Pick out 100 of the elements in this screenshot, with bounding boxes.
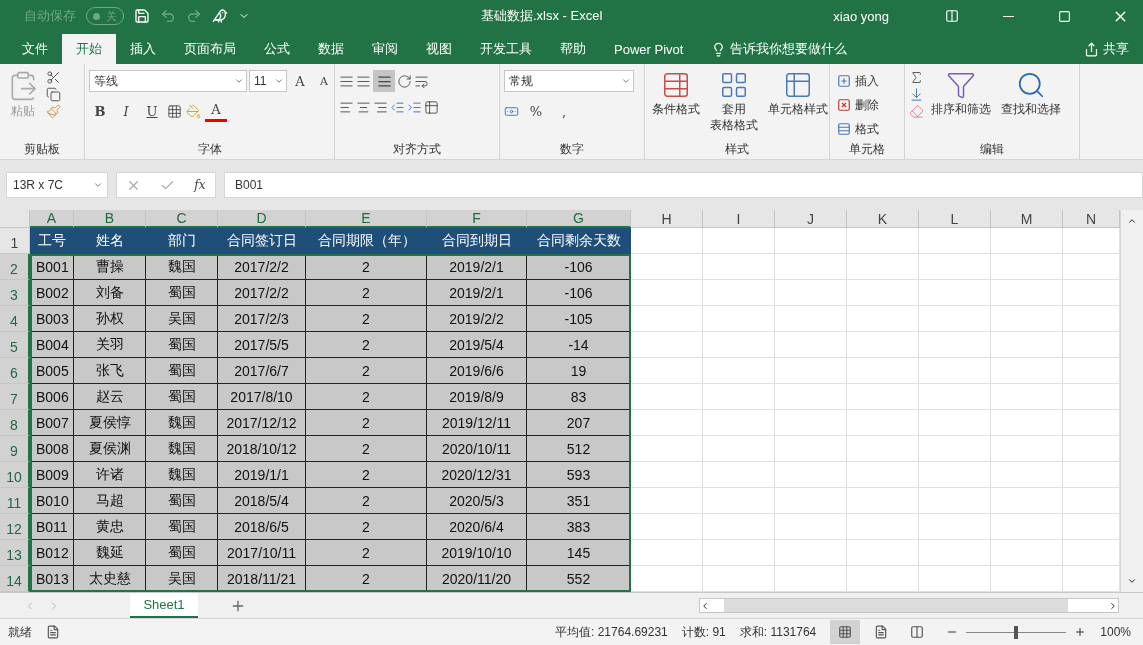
styles-button[interactable]: 套用 表格格式 <box>707 70 761 141</box>
table-cell: 2 <box>306 462 427 488</box>
row-header[interactable]: 2 <box>0 254 30 280</box>
sheet-tab[interactable]: Sheet1 <box>130 593 198 618</box>
table-cell: 张飞 <box>74 358 146 384</box>
row-header[interactable]: 3 <box>0 280 30 306</box>
table-cell: B003 <box>30 306 74 332</box>
column-header[interactable]: H <box>631 210 703 228</box>
column-header[interactable]: C <box>146 210 218 228</box>
indent-decrease-icon <box>390 100 405 115</box>
table-cell: 2019/2/1 <box>427 280 527 306</box>
row-header[interactable]: 9 <box>0 436 30 462</box>
column-header[interactable]: G <box>527 210 631 228</box>
ribbon-tab[interactable]: 公式 <box>250 34 304 64</box>
scroll-down-icon[interactable] <box>1127 576 1137 586</box>
column-header[interactable]: B <box>74 210 146 228</box>
middle-align-icon <box>356 73 371 89</box>
ribbon-tab[interactable]: 页面布局 <box>170 34 250 64</box>
row-header[interactable]: 4 <box>0 306 30 332</box>
bottom-align-button[interactable] <box>373 70 395 92</box>
ribbon-tab[interactable]: 开始 <box>62 34 116 64</box>
scroll-up-icon[interactable] <box>1127 216 1137 226</box>
ribbon-tab[interactable]: 帮助 <box>546 34 600 64</box>
styles-button[interactable]: 单元格样式 <box>765 70 831 141</box>
row-header[interactable]: 1 <box>0 228 30 254</box>
scroll-thumb[interactable] <box>724 599 1068 612</box>
name-box[interactable]: 13R x 7C <box>6 172 108 198</box>
scroll-left-icon[interactable] <box>700 600 710 611</box>
column-header[interactable]: F <box>427 210 527 228</box>
ribbon-tab[interactable]: 文件 <box>8 34 62 64</box>
row-header[interactable]: 6 <box>0 358 30 384</box>
ribbon-tab[interactable]: 开发工具 <box>466 34 546 64</box>
row-header[interactable]: 12 <box>0 514 30 540</box>
zoom-in-icon[interactable] <box>1074 626 1087 638</box>
grow-font-button[interactable]: A <box>289 70 311 92</box>
font-name-field[interactable]: 等线 <box>89 70 247 92</box>
font-color-button[interactable]: A <box>205 100 227 122</box>
table-cell: 2019/2/2 <box>427 306 527 332</box>
underline-button[interactable]: U <box>141 100 163 122</box>
cells-button[interactable]: 插入 <box>834 70 882 92</box>
column-header[interactable]: L <box>919 210 991 228</box>
bold-button[interactable]: B <box>89 100 111 122</box>
undo-icon[interactable] <box>160 8 176 24</box>
indent-increase-icon <box>407 100 422 115</box>
column-header[interactable]: M <box>991 210 1063 228</box>
share-button[interactable]: 共享 <box>1078 34 1135 64</box>
number-format-field[interactable]: 常规 <box>504 70 634 92</box>
horizontal-scrollbar[interactable] <box>699 598 1119 613</box>
row-header[interactable]: 14 <box>0 566 30 592</box>
new-sheet-icon[interactable] <box>230 598 246 614</box>
cells-button[interactable]: 删除 <box>834 94 882 116</box>
ribbon-tab[interactable]: 视图 <box>412 34 466 64</box>
row-header[interactable]: 5 <box>0 332 30 358</box>
insert-function-button[interactable]: fx <box>194 178 206 192</box>
editing-button[interactable]: 查找和选择 <box>998 70 1064 141</box>
column-header[interactable]: D <box>218 210 306 228</box>
row-header[interactable]: 8 <box>0 410 30 436</box>
normal-view-button[interactable] <box>830 620 861 644</box>
wrap-text-icon <box>414 73 429 89</box>
table-cell: 太史慈 <box>74 566 146 592</box>
ribbon-tab[interactable]: Power Pivot <box>600 34 698 64</box>
column-header[interactable]: E <box>306 210 427 228</box>
group-label: 编辑 <box>979 141 1005 158</box>
average-readout: 平均值: 21764.69231 <box>555 623 668 641</box>
row-header[interactable]: 7 <box>0 384 30 410</box>
table-cell: B012 <box>30 540 74 566</box>
vertical-scrollbar[interactable] <box>1120 210 1143 592</box>
ribbon-tab[interactable]: 数据 <box>304 34 358 64</box>
tell-me-search[interactable]: 告诉我你想要做什么 <box>705 34 854 64</box>
row-header[interactable]: 10 <box>0 462 30 488</box>
cells-button[interactable]: 格式 <box>834 118 882 140</box>
group-label: 样式 <box>724 141 750 158</box>
column-header[interactable]: A <box>30 210 74 228</box>
shrink-font-button[interactable]: A <box>313 70 335 92</box>
save-icon[interactable] <box>134 8 150 24</box>
italic-button[interactable]: I <box>115 100 137 122</box>
table-cell: 2019/1/1 <box>218 462 306 488</box>
table-cell: -14 <box>527 332 631 358</box>
ribbon-display-icon <box>945 9 959 23</box>
column-header[interactable]: J <box>775 210 847 228</box>
column-header[interactable]: K <box>847 210 919 228</box>
table-cell: B006 <box>30 384 74 410</box>
font-size-field[interactable]: 11 <box>249 70 287 92</box>
column-header[interactable]: N <box>1063 210 1120 228</box>
ribbon-tab[interactable]: 审阅 <box>358 34 412 64</box>
scroll-right-icon[interactable] <box>1108 600 1118 611</box>
comma-button[interactable]: , <box>553 100 575 122</box>
bird-icon[interactable] <box>212 8 228 24</box>
percent-button[interactable]: % <box>525 100 547 122</box>
zoom-level[interactable]: 100% <box>1100 625 1131 639</box>
ribbon-tab[interactable]: 插入 <box>116 34 170 64</box>
table-cell: 383 <box>527 514 631 540</box>
editing-button[interactable]: 排序和筛选 <box>928 70 994 141</box>
redo-icon[interactable] <box>186 8 202 24</box>
row-header[interactable]: 13 <box>0 540 30 566</box>
styles-button[interactable]: 条件格式 <box>649 70 703 141</box>
row-header[interactable]: 11 <box>0 488 30 514</box>
table-cell: 2 <box>306 566 427 592</box>
formula-field[interactable]: B001 <box>224 172 1143 198</box>
column-header[interactable]: I <box>703 210 775 228</box>
